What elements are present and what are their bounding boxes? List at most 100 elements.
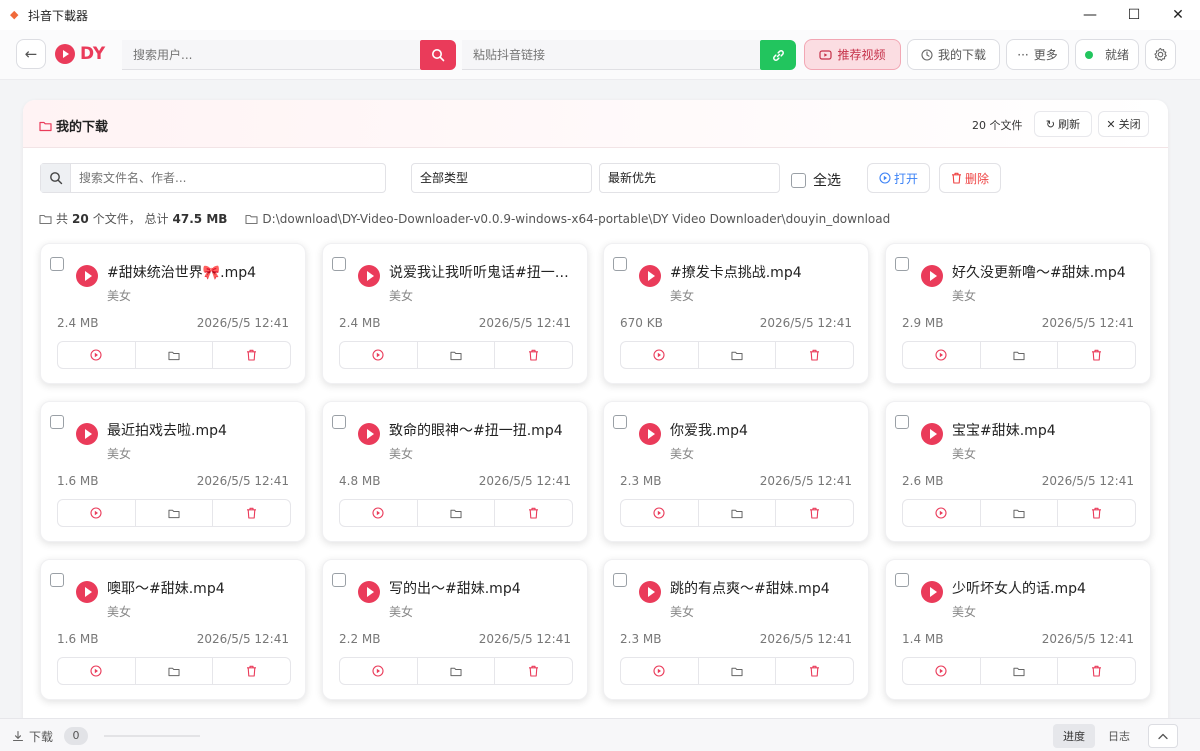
close-panel-button[interactable]: ✕ 关闭 <box>1098 111 1149 137</box>
delete-file-button[interactable] <box>213 500 290 526</box>
play-file-button[interactable] <box>903 500 981 526</box>
play-icon[interactable] <box>921 423 943 445</box>
file-card[interactable]: 写的出～#甜妹.mp4 美女 2.2 MB 2026/5/5 12:41 <box>322 559 588 700</box>
file-checkbox[interactable] <box>613 573 627 587</box>
filter-search-button[interactable] <box>41 164 71 192</box>
expand-button[interactable] <box>1148 724 1178 748</box>
delete-file-button[interactable] <box>213 658 290 684</box>
file-checkbox[interactable] <box>50 257 64 271</box>
play-icon[interactable] <box>76 581 98 603</box>
open-folder-button[interactable] <box>981 342 1059 368</box>
open-folder-button[interactable] <box>418 658 496 684</box>
type-select[interactable]: 全部类型 <box>411 163 592 193</box>
delete-file-button[interactable] <box>1058 342 1135 368</box>
minimize-button[interactable]: — <box>1068 0 1112 30</box>
open-folder-button[interactable] <box>699 658 777 684</box>
close-window-button[interactable]: ✕ <box>1156 0 1200 30</box>
file-card[interactable]: 噢耶～#甜妹.mp4 美女 1.6 MB 2026/5/5 12:41 <box>40 559 306 700</box>
play-icon[interactable] <box>639 265 661 287</box>
select-all[interactable]: 全选 <box>791 170 841 190</box>
play-file-button[interactable] <box>58 500 136 526</box>
back-button[interactable]: ← <box>16 39 46 69</box>
open-folder-button[interactable] <box>136 658 214 684</box>
open-folder-button[interactable] <box>136 342 214 368</box>
tab-log[interactable]: 日志 <box>1098 724 1140 748</box>
file-card[interactable]: #甜妹统治世界🎀.mp4 美女 2.4 MB 2026/5/5 12:41 <box>40 243 306 384</box>
file-filter-input[interactable] <box>71 164 385 192</box>
file-checkbox[interactable] <box>332 415 346 429</box>
file-checkbox[interactable] <box>895 257 909 271</box>
file-date: 2026/5/5 12:41 <box>196 316 289 330</box>
link-submit-button[interactable] <box>760 40 796 70</box>
file-card[interactable]: 说爱我让我听听鬼话#扭一扭.mp4 美女 2.4 MB 2026/5/5 12:41 <box>322 243 588 384</box>
play-file-button[interactable] <box>58 658 136 684</box>
delete-file-button[interactable] <box>776 500 853 526</box>
play-file-button[interactable] <box>903 342 981 368</box>
open-button[interactable]: 打开 <box>867 163 930 193</box>
file-checkbox[interactable] <box>895 415 909 429</box>
refresh-button[interactable]: ↻ 刷新 <box>1034 111 1092 137</box>
file-checkbox[interactable] <box>332 573 346 587</box>
delete-file-button[interactable] <box>495 500 572 526</box>
delete-file-button[interactable] <box>1058 500 1135 526</box>
settings-button[interactable] <box>1145 39 1176 70</box>
play-icon[interactable] <box>76 265 98 287</box>
play-icon[interactable] <box>639 581 661 603</box>
play-icon[interactable] <box>76 423 98 445</box>
file-checkbox[interactable] <box>895 573 909 587</box>
delete-file-button[interactable] <box>213 342 290 368</box>
user-search-input[interactable] <box>122 40 420 70</box>
file-card[interactable]: 你爱我.mp4 美女 2.3 MB 2026/5/5 12:41 <box>603 401 869 542</box>
open-folder-button[interactable] <box>418 500 496 526</box>
maximize-button[interactable]: ☐ <box>1112 0 1156 30</box>
file-checkbox[interactable] <box>613 415 627 429</box>
file-card[interactable]: 跳的有点爽～#甜妹.mp4 美女 2.3 MB 2026/5/5 12:41 <box>603 559 869 700</box>
download-queue[interactable]: 下载 0 <box>12 727 89 745</box>
play-file-button[interactable] <box>340 342 418 368</box>
play-icon[interactable] <box>358 581 380 603</box>
play-file-button[interactable] <box>621 658 699 684</box>
open-folder-button[interactable] <box>981 500 1059 526</box>
more-button[interactable]: ··· 更多 <box>1006 39 1069 70</box>
my-downloads-button[interactable]: 我的下载 <box>907 39 1000 70</box>
open-folder-button[interactable] <box>699 342 777 368</box>
file-checkbox[interactable] <box>50 573 64 587</box>
file-checkbox[interactable] <box>613 257 627 271</box>
file-card[interactable]: 少听坏女人的话.mp4 美女 1.4 MB 2026/5/5 12:41 <box>885 559 1151 700</box>
play-file-button[interactable] <box>621 342 699 368</box>
recommend-videos-button[interactable]: 推荐视频 <box>804 39 901 70</box>
file-card[interactable]: #撩发卡点挑战.mp4 美女 670 KB 2026/5/5 12:41 <box>603 243 869 384</box>
user-search-button[interactable] <box>420 40 456 70</box>
sort-select[interactable]: 最新优先 <box>599 163 780 193</box>
file-card[interactable]: 最近拍戏去啦.mp4 美女 1.6 MB 2026/5/5 12:41 <box>40 401 306 542</box>
open-folder-button[interactable] <box>699 500 777 526</box>
play-file-button[interactable] <box>621 500 699 526</box>
file-checkbox[interactable] <box>332 257 346 271</box>
open-folder-button[interactable] <box>136 500 214 526</box>
play-icon[interactable] <box>921 581 943 603</box>
play-file-button[interactable] <box>58 342 136 368</box>
select-all-checkbox[interactable] <box>791 172 806 188</box>
play-file-button[interactable] <box>340 500 418 526</box>
play-icon[interactable] <box>921 265 943 287</box>
play-icon[interactable] <box>358 423 380 445</box>
delete-file-button[interactable] <box>1058 658 1135 684</box>
file-card[interactable]: 宝宝#甜妹.mp4 美女 2.6 MB 2026/5/5 12:41 <box>885 401 1151 542</box>
file-checkbox[interactable] <box>50 415 64 429</box>
file-card[interactable]: 好久没更新噜～#甜妹.mp4 美女 2.9 MB 2026/5/5 12:41 <box>885 243 1151 384</box>
open-folder-button[interactable] <box>418 342 496 368</box>
tab-progress[interactable]: 进度 <box>1053 724 1095 748</box>
file-card[interactable]: 致命的眼神～#扭一扭.mp4 美女 4.8 MB 2026/5/5 12:41 <box>322 401 588 542</box>
delete-file-button[interactable] <box>495 342 572 368</box>
play-icon[interactable] <box>358 265 380 287</box>
file-size: 2.2 MB <box>339 632 381 646</box>
play-file-button[interactable] <box>340 658 418 684</box>
delete-file-button[interactable] <box>776 342 853 368</box>
delete-button[interactable]: 删除 <box>939 163 1001 193</box>
open-folder-button[interactable] <box>981 658 1059 684</box>
play-file-button[interactable] <box>903 658 981 684</box>
play-icon[interactable] <box>639 423 661 445</box>
link-input[interactable] <box>462 40 760 70</box>
delete-file-button[interactable] <box>776 658 853 684</box>
delete-file-button[interactable] <box>495 658 572 684</box>
